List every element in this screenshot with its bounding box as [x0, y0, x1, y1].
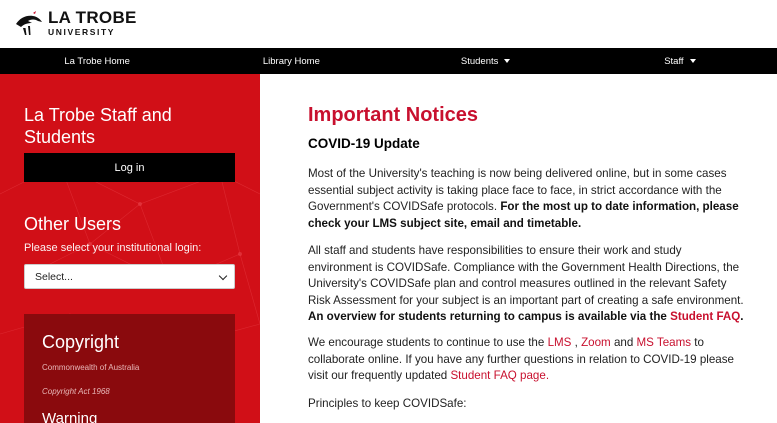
nav-students-dropdown[interactable]: Students	[389, 48, 583, 74]
institution-select-label: Please select your institutional login:	[24, 242, 202, 254]
paragraph-bold: An overview for students returning to ca…	[308, 310, 744, 323]
logo-wordmark: LA TROBE	[48, 8, 137, 27]
lms-link[interactable]: LMS	[548, 336, 572, 349]
chevron-down-icon	[504, 59, 511, 63]
paragraph-text: We encourage students to continue to use…	[308, 336, 548, 349]
notice-paragraph-4: Principles to keep COVIDSafe:	[308, 397, 467, 410]
notice-paragraph-2: All staff and students have responsibili…	[308, 243, 748, 326]
copyright-title: Copyright	[42, 332, 120, 352]
nav-label: La Trobe Home	[64, 55, 130, 67]
paragraph-end: .	[740, 310, 744, 323]
ms-teams-link[interactable]: MS Teams	[637, 336, 692, 349]
copyright-box: Copyright Commonwealth of Australia Copy…	[24, 314, 235, 423]
site-header: LA TROBE UNIVERSITY	[0, 0, 777, 48]
nav-la-trobe-home[interactable]: La Trobe Home	[0, 48, 194, 74]
nav-label: Students	[460, 55, 499, 67]
notices-content: Important Notices COVID-19 Update Most o…	[308, 74, 748, 423]
copyright-warning: Warning	[42, 410, 98, 423]
main-navbar: La Trobe Home Library Home Students Staf…	[0, 48, 777, 74]
paragraph-text: ,	[571, 336, 582, 349]
student-faq-link[interactable]: Student FAQ	[670, 310, 740, 323]
paragraph-text: and	[610, 336, 637, 349]
notice-paragraph-3: We encourage students to continue to use…	[308, 335, 748, 385]
staff-login-title: La Trobe Staff and Students	[24, 105, 172, 147]
login-sidebar: La Trobe Staff and Students Log in Other…	[0, 74, 260, 423]
paragraph-text: All staff and students have responsibili…	[308, 244, 744, 307]
section-title: COVID-19 Update	[308, 136, 420, 151]
notice-paragraph-1: Most of the University's teaching is now…	[308, 166, 748, 232]
copyright-act: Copyright Act 1968	[42, 387, 110, 396]
student-faq-page-link[interactable]: Student FAQ page.	[450, 369, 549, 382]
chevron-down-icon	[689, 59, 696, 63]
other-users-title: Other Users	[24, 214, 122, 234]
nav-library-home[interactable]: Library Home	[194, 48, 388, 74]
page-title: Important Notices	[308, 104, 479, 126]
paragraph-bold-text: An overview for students returning to ca…	[308, 310, 671, 323]
nav-label: Library Home	[262, 55, 320, 67]
logo-subtitle: UNIVERSITY	[48, 27, 116, 37]
nav-label: Staff	[664, 55, 684, 67]
chevron-down-icon	[218, 271, 228, 281]
copyright-commonwealth: Commonwealth of Australia	[42, 363, 140, 372]
zoom-link[interactable]: Zoom	[581, 336, 611, 349]
la-trobe-logo[interactable]: LA TROBE UNIVERSITY	[14, 9, 137, 37]
login-button[interactable]: Log in	[24, 153, 235, 182]
la-trobe-logo-icon	[16, 10, 42, 35]
institution-select[interactable]: Select...	[24, 264, 235, 289]
select-value: Select...	[35, 270, 73, 283]
nav-staff-dropdown[interactable]: Staff	[583, 48, 777, 74]
